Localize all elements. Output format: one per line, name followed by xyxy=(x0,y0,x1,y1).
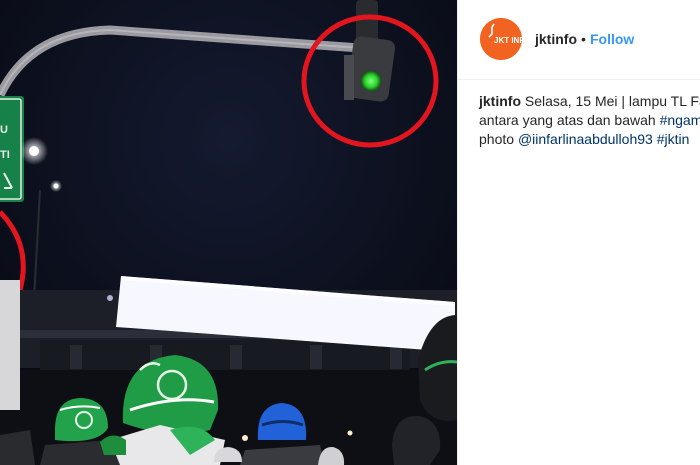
jktinfo-logo-avatar[interactable]: JKT INFO xyxy=(480,18,522,60)
caption-text-2: antara yang atas dan bawah xyxy=(479,112,660,128)
caption-line-2: antara yang atas dan bawah #ngam xyxy=(479,111,700,130)
caption-text-1: Selasa, 15 Mei | lampu TL Fa xyxy=(521,93,700,109)
post-photo[interactable]: U TI xyxy=(0,0,457,465)
caption-author[interactable]: jktinfo xyxy=(479,93,521,109)
post-sidebar: JKT INFO jktinfo • Follow jktinfo Selasa… xyxy=(457,0,700,465)
caption-line-3: photo @iinfarlinaabdulloh93 #jktin xyxy=(479,130,700,149)
caption-text-3: photo xyxy=(479,131,518,147)
night-traffic-photo: U TI xyxy=(0,0,457,465)
jktinfo-logo-icon: JKT INFO xyxy=(480,18,522,60)
mention-link[interactable]: @iinfarlinaabdulloh93 xyxy=(518,131,653,147)
caption-line-1: jktinfo Selasa, 15 Mei | lampu TL Fa xyxy=(479,92,700,111)
green-signal-light xyxy=(361,71,381,91)
hashtag-link[interactable]: #ngam xyxy=(660,112,700,128)
account-username[interactable]: jktinfo xyxy=(535,31,577,47)
separator-dot: • xyxy=(581,31,586,47)
avatar-logo-text: JKT INFO xyxy=(494,36,522,45)
post-caption: jktinfo Selasa, 15 Mei | lampu TL Fa ant… xyxy=(479,92,700,149)
post-header: JKT INFO jktinfo • Follow xyxy=(458,0,700,80)
follow-button[interactable]: Follow xyxy=(590,31,634,47)
svg-text:U: U xyxy=(0,124,8,136)
svg-text:TI: TI xyxy=(0,149,10,161)
hashtag-link-2[interactable]: #jktin xyxy=(657,131,690,147)
